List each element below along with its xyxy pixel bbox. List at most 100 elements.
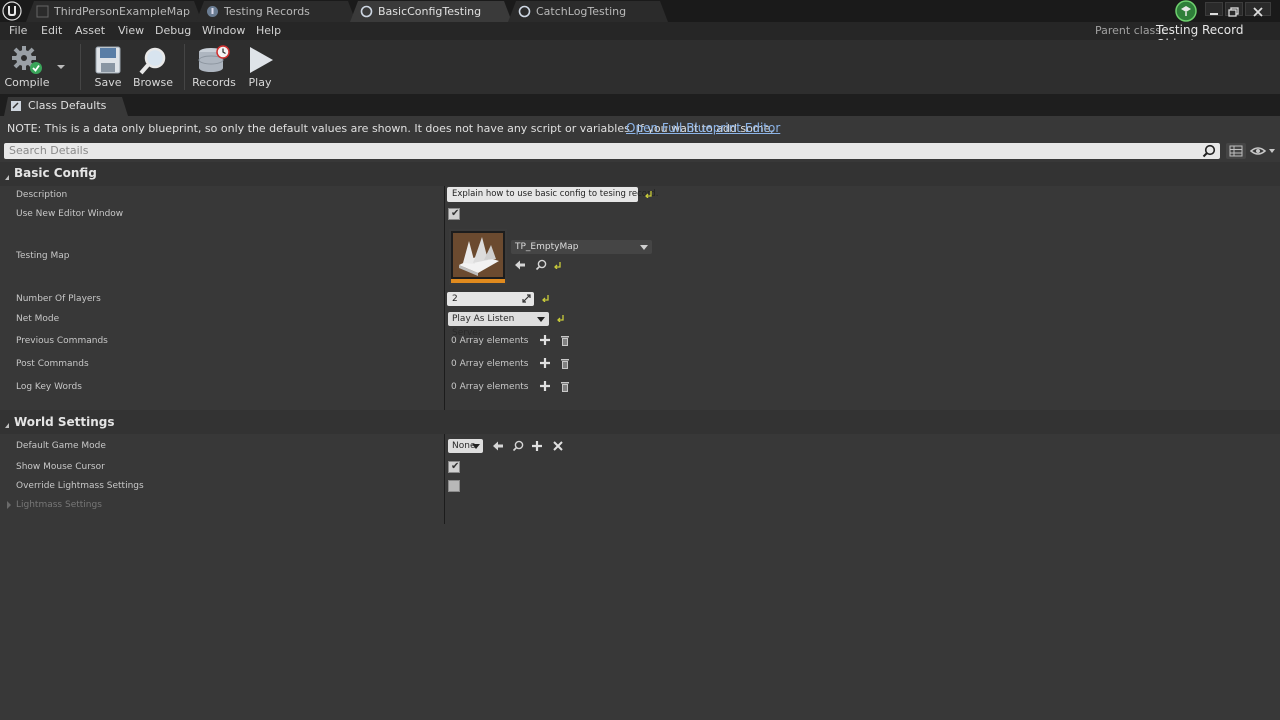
- tab-catch-log-testing[interactable]: CatchLogTesting: [508, 1, 668, 22]
- clear-trash-icon[interactable]: [560, 381, 570, 392]
- net-mode-combo[interactable]: Play As Listen Server: [448, 312, 549, 338]
- description-field[interactable]: Explain how to use basic config to tesin…: [447, 187, 658, 202]
- category-basic-config[interactable]: Basic Config: [0, 162, 1280, 186]
- menu-view[interactable]: View: [118, 24, 144, 37]
- menu-debug[interactable]: Debug: [155, 24, 191, 37]
- save-label: Save: [94, 76, 122, 89]
- compile-button[interactable]: Compile: [4, 42, 50, 92]
- category-title: World Settings: [14, 415, 115, 429]
- post-commands-label: Post Commands: [16, 359, 89, 369]
- add-element-plus-icon[interactable]: [540, 381, 550, 391]
- chevron-down-icon: [537, 317, 545, 322]
- tab-label: ThirdPersonExampleMap: [54, 5, 190, 18]
- chevron-down-icon: [472, 444, 480, 449]
- toolbar-separator: [80, 44, 81, 90]
- compile-gear-icon: [12, 46, 42, 74]
- checkmark-icon: ✔: [451, 208, 460, 219]
- unreal-logo-icon[interactable]: [2, 1, 22, 21]
- toolbar-separator: [184, 44, 185, 90]
- show-mouse-cursor-checkbox[interactable]: ✔: [448, 461, 460, 473]
- restore-icon: [1228, 7, 1239, 17]
- close-button[interactable]: [1245, 2, 1271, 17]
- open-full-blueprint-editor-link[interactable]: Open Full Blueprint Editor: [626, 121, 780, 135]
- reset-to-default-icon[interactable]: [541, 294, 549, 302]
- clear-trash-icon[interactable]: [560, 335, 570, 346]
- menu-asset[interactable]: Asset: [75, 24, 105, 37]
- category-world-settings[interactable]: World Settings: [0, 410, 1280, 434]
- menu-file[interactable]: File: [9, 24, 27, 37]
- new-game-mode-plus-icon[interactable]: [532, 441, 542, 451]
- default-game-mode-combo[interactable]: None: [448, 439, 483, 453]
- testing-map-value: TP_EmptyMap: [515, 242, 579, 252]
- browse-button[interactable]: Browse: [132, 42, 174, 92]
- name-value-divider[interactable]: [444, 162, 445, 524]
- collapsed-arrow-icon[interactable]: [6, 501, 12, 509]
- use-new-editor-window-checkbox[interactable]: ✔: [448, 208, 460, 220]
- source-control-icon[interactable]: [1173, 0, 1200, 22]
- menu-help[interactable]: Help: [256, 24, 281, 37]
- view-options-eye-icon[interactable]: [1250, 145, 1276, 157]
- tab-label: Class Defaults: [28, 99, 107, 112]
- compile-label: Compile: [4, 76, 50, 89]
- browse-magnifier-icon[interactable]: [512, 440, 524, 452]
- number-of-players-label: Number Of Players: [16, 294, 101, 304]
- previous-commands-label: Previous Commands: [16, 336, 108, 346]
- save-button[interactable]: Save: [90, 42, 126, 92]
- reset-to-default-icon[interactable]: [553, 261, 561, 269]
- testing-records-icon: [206, 5, 219, 18]
- use-selected-arrow-icon[interactable]: [514, 259, 526, 271]
- blueprint-icon: [518, 5, 531, 18]
- log-key-words-count: 0 Array elements: [451, 382, 529, 392]
- show-mouse-cursor-label: Show Mouse Cursor: [16, 462, 105, 472]
- clear-x-icon[interactable]: [553, 441, 563, 451]
- menu-bar: File Edit Asset View Debug Window Help P…: [0, 22, 1280, 52]
- add-element-plus-icon[interactable]: [540, 335, 550, 345]
- records-label: Records: [192, 76, 236, 89]
- search-icon[interactable]: [1202, 144, 1216, 158]
- play-button[interactable]: Play: [242, 42, 278, 92]
- tab-class-defaults[interactable]: Class Defaults: [4, 97, 128, 116]
- drag-spin-icon: [522, 294, 531, 303]
- browse-label: Browse: [132, 76, 174, 89]
- compile-options-dropdown[interactable]: [54, 42, 68, 92]
- default-game-mode-label: Default Game Mode: [16, 441, 106, 451]
- tab-basic-config-testing[interactable]: BasicConfigTesting: [350, 1, 512, 22]
- property-matrix-button[interactable]: [1226, 143, 1246, 159]
- reset-to-default-icon[interactable]: [644, 190, 652, 198]
- net-mode-label: Net Mode: [16, 314, 60, 324]
- chevron-down-icon: [640, 245, 648, 250]
- expand-arrow-icon: [5, 419, 9, 428]
- minimize-button[interactable]: [1205, 2, 1223, 16]
- level-icon: [36, 5, 49, 18]
- use-selected-arrow-icon[interactable]: [492, 440, 504, 452]
- net-mode-value: Play As Listen Server: [452, 314, 515, 338]
- tab-testing-records[interactable]: Testing Records: [196, 1, 356, 22]
- map-thumbnail-icon: [453, 233, 503, 277]
- minimize-icon: [1210, 13, 1218, 15]
- number-of-players-value: 2: [452, 294, 458, 304]
- testing-map-combo[interactable]: TP_EmptyMap: [511, 240, 652, 254]
- clear-trash-icon[interactable]: [560, 358, 570, 369]
- blueprint-icon: [360, 5, 373, 18]
- add-element-plus-icon[interactable]: [540, 358, 550, 368]
- class-defaults-icon: [10, 100, 22, 112]
- save-icon: [95, 46, 121, 74]
- menu-window[interactable]: Window: [202, 24, 245, 37]
- reset-to-default-icon[interactable]: [556, 314, 564, 322]
- close-icon: [1253, 7, 1263, 17]
- tab-third-person-example-map[interactable]: ThirdPersonExampleMap: [26, 1, 202, 22]
- chevron-down-icon: [57, 65, 65, 69]
- tab-label: CatchLogTesting: [536, 5, 627, 18]
- override-lightmass-settings-label: Override Lightmass Settings: [16, 481, 144, 491]
- menu-edit[interactable]: Edit: [41, 24, 62, 37]
- records-button[interactable]: Records: [192, 42, 236, 92]
- panel-tab-strip: [0, 94, 1280, 116]
- number-of-players-spinbox[interactable]: 2: [447, 292, 534, 306]
- search-details-input[interactable]: Search Details: [4, 143, 1220, 159]
- log-key-words-label: Log Key Words: [16, 382, 82, 392]
- asset-color-strip: [451, 279, 505, 283]
- browse-magnifier-icon[interactable]: [535, 259, 547, 271]
- override-lightmass-settings-checkbox[interactable]: [448, 480, 460, 492]
- testing-map-thumbnail[interactable]: [449, 229, 507, 285]
- restore-button[interactable]: [1225, 2, 1243, 17]
